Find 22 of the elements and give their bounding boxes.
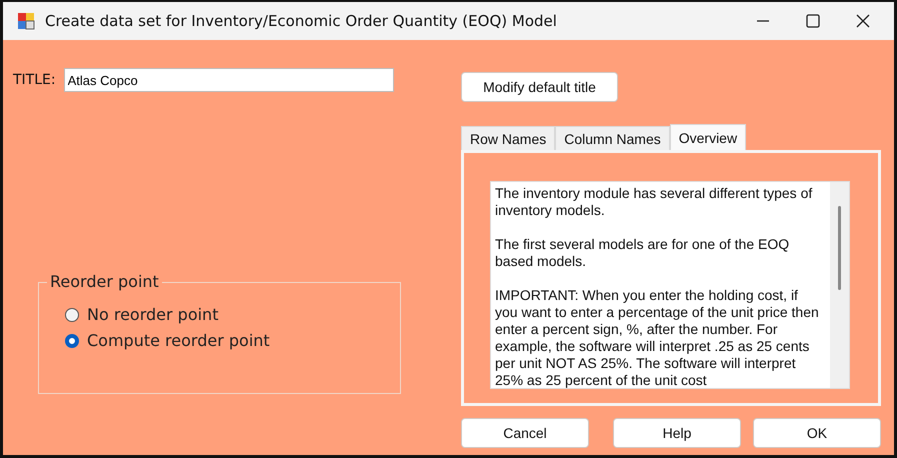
overview-text-box[interactable] (490, 181, 850, 389)
scroll-thumb[interactable] (838, 206, 841, 290)
title-label: TITLE: (13, 72, 56, 88)
title-field[interactable]: Atlas Copco (64, 68, 394, 92)
tab[interactable]: Column Names (555, 126, 670, 150)
overview-paragraph: The inventory module has several different types of inventory models. (495, 185, 814, 219)
help-button[interactable]: Help (613, 418, 741, 448)
overview-paragraph: IMPORTANT: When you enter the holding cost, if you want to enter a percentage of the unit price then enter a percent sign, %, after the number. For example, the software will interpret .25 as 25 cents per unit NOT AS 25%. The software will interpret 25% as 25 percent of the unit cost (495, 287, 820, 388)
ok-button[interactable]: OK (753, 418, 881, 448)
window-title: Create data set for Inventory/Economic Order Quantity (EOQ) Model (45, 12, 558, 30)
tab[interactable]: Overview (670, 124, 746, 150)
radio-button[interactable] (65, 334, 79, 348)
radio-button[interactable] (65, 308, 79, 322)
cancel-button[interactable]: Cancel (461, 418, 589, 448)
group-label: Reorder point (47, 272, 162, 291)
maximize-icon[interactable] (804, 12, 822, 30)
overview-paragraph: The first several models are for one of the EOQ based models. (495, 236, 790, 270)
app-icon (17, 12, 35, 30)
close-icon[interactable] (854, 12, 872, 30)
tab[interactable]: Row Names (461, 126, 556, 150)
scrollbar[interactable] (830, 182, 849, 388)
modify-title-button[interactable]: Modify default title (461, 72, 618, 102)
